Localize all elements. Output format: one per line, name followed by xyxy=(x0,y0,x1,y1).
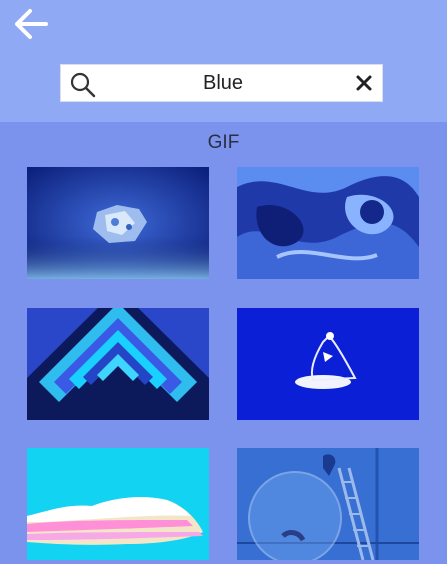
gif-diamond-tunnel-tile[interactable] xyxy=(27,308,209,420)
top-bar xyxy=(0,0,447,122)
gif-thumbnail xyxy=(27,167,209,279)
search-icon xyxy=(70,72,96,98)
gif-crystal-tile[interactable] xyxy=(27,167,209,279)
back-button[interactable] xyxy=(10,6,52,42)
gif-thumbnail xyxy=(237,167,419,279)
gif-thumbnail xyxy=(237,308,419,420)
gif-spotlight-figure-tile[interactable] xyxy=(237,308,419,420)
gif-thumbnail xyxy=(27,448,209,560)
gif-thumbnail xyxy=(27,308,209,420)
gif-swirl-tile[interactable] xyxy=(237,167,419,279)
gif-pink-cloud-tile[interactable] xyxy=(27,448,209,560)
arrow-left-icon xyxy=(15,9,48,39)
search-bar[interactable] xyxy=(60,64,383,102)
close-icon[interactable] xyxy=(354,73,374,93)
section-title: GIF xyxy=(207,132,240,153)
search-input[interactable] xyxy=(105,65,341,101)
gif-thumbnail xyxy=(237,448,419,560)
gif-fishbowl-room-tile[interactable] xyxy=(237,448,419,560)
